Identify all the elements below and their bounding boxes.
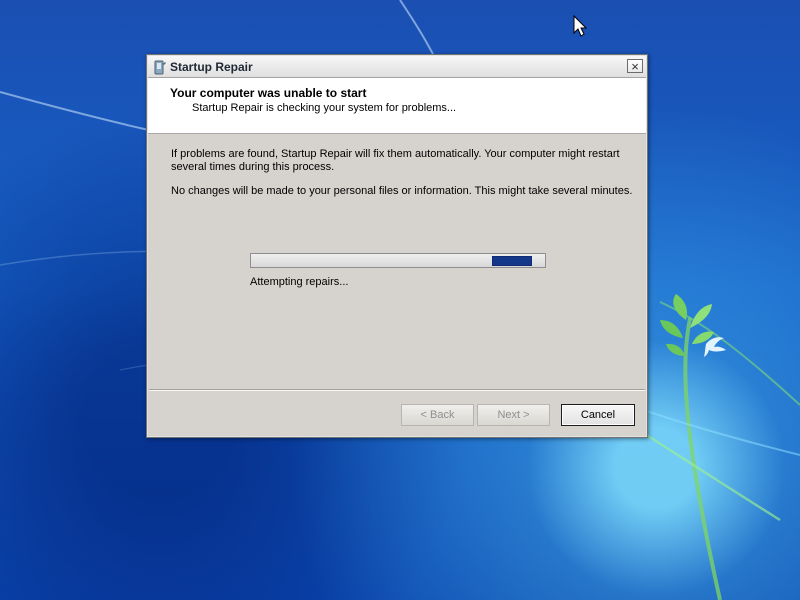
wallpaper-leaf bbox=[666, 343, 685, 356]
startup-repair-icon bbox=[154, 60, 166, 75]
window-title: Startup Repair bbox=[170, 60, 253, 74]
cancel-button[interactable]: Cancel bbox=[561, 404, 635, 426]
dialog-titlebar: Startup Repair × bbox=[148, 56, 646, 78]
repair-progress-bar bbox=[250, 253, 546, 268]
startup-repair-dialog: Startup Repair × Your computer was unabl… bbox=[146, 54, 648, 438]
next-button[interactable]: Next > bbox=[477, 404, 550, 426]
page-subheading: Startup Repair is checking your system f… bbox=[192, 102, 457, 114]
wallpaper-leaf bbox=[660, 320, 683, 338]
cursor-arrow-icon bbox=[573, 15, 587, 37]
page-heading: Your computer was unable to start bbox=[170, 86, 367, 100]
back-button[interactable]: < Back bbox=[401, 404, 474, 426]
wallpaper-leaf bbox=[673, 294, 687, 320]
repair-status-text: Attempting repairs... bbox=[250, 276, 349, 288]
info-text-repair: If problems are found, Startup Repair wi… bbox=[171, 148, 620, 173]
close-icon: × bbox=[631, 58, 639, 74]
repair-progress-fill bbox=[492, 256, 532, 266]
info-text-files: No changes will be made to your personal… bbox=[171, 185, 633, 197]
close-button[interactable]: × bbox=[627, 59, 643, 73]
footer-separator bbox=[149, 389, 645, 391]
wallpaper-branch bbox=[683, 317, 722, 600]
dialog-header: Your computer was unable to start Startu… bbox=[148, 78, 646, 134]
